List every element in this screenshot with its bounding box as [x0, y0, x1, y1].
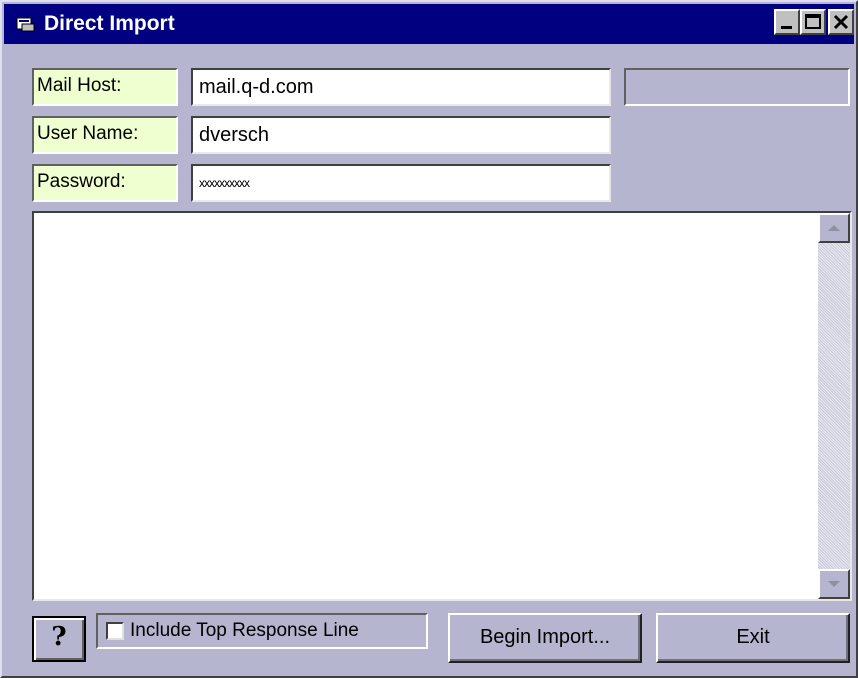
- close-icon: [833, 14, 849, 30]
- window-title: Direct Import: [44, 12, 175, 35]
- title-bar[interactable]: Direct Import: [4, 4, 854, 44]
- scroll-up-button[interactable]: [818, 213, 850, 243]
- arrow-up-icon: [828, 225, 840, 231]
- app-icon: [16, 17, 35, 32]
- help-button[interactable]: ?: [32, 616, 86, 662]
- mail-host-label: Mail Host:: [32, 68, 178, 106]
- help-icon: ?: [51, 622, 67, 652]
- direct-import-window: Direct Import Mail Host: User Name: Pass…: [0, 0, 858, 678]
- include-top-response-label: Include Top Response Line: [130, 620, 359, 641]
- vertical-scrollbar[interactable]: [818, 213, 850, 599]
- minimize-icon: [781, 26, 792, 29]
- status-panel: [624, 68, 850, 106]
- password-label: Password:: [32, 164, 178, 202]
- begin-import-button[interactable]: Begin Import...: [448, 613, 642, 663]
- user-name-input[interactable]: [191, 116, 611, 154]
- mail-host-input[interactable]: [191, 68, 611, 106]
- password-input[interactable]: [191, 164, 611, 202]
- arrow-down-icon: [828, 581, 840, 587]
- scroll-down-button[interactable]: [818, 569, 850, 599]
- include-top-response-checkbox[interactable]: [106, 622, 124, 640]
- minimize-button[interactable]: [774, 9, 800, 35]
- close-button[interactable]: [828, 9, 854, 35]
- include-top-response-option[interactable]: Include Top Response Line: [96, 613, 428, 649]
- maximize-icon: [805, 14, 821, 29]
- exit-button[interactable]: Exit: [656, 613, 850, 663]
- maximize-button[interactable]: [800, 9, 826, 35]
- user-name-label: User Name:: [32, 116, 178, 154]
- response-log[interactable]: [32, 211, 852, 601]
